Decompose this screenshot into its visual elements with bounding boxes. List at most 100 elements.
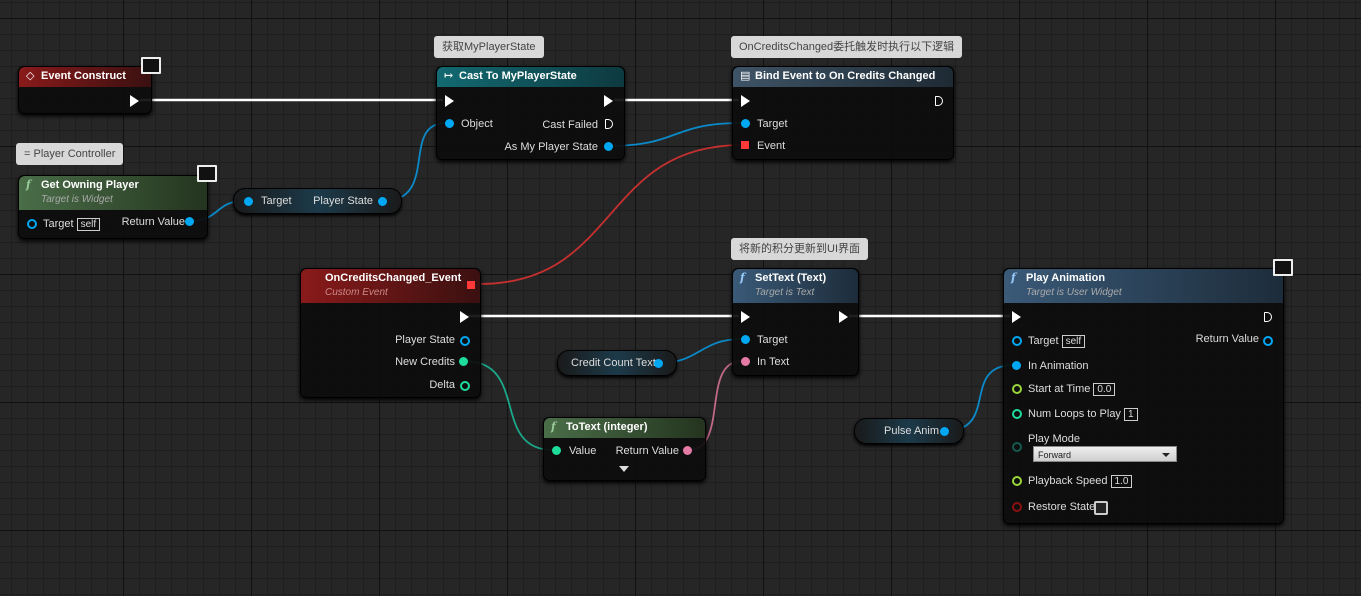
pin-label: Delta xyxy=(429,379,455,391)
cast-arrow-icon: ↦ xyxy=(444,69,454,82)
comment-settext[interactable]: 将新的积分更新到UI界面 xyxy=(731,238,868,260)
in-text-pin[interactable] xyxy=(741,357,750,366)
pin-label: Value xyxy=(569,445,597,457)
client-monitor-icon xyxy=(1273,259,1293,276)
pin-label: In Text xyxy=(757,356,790,368)
node-title: SetText (Text) xyxy=(755,272,827,284)
comment-player-controller[interactable]: = Player Controller xyxy=(16,143,124,165)
pin-label: Playback Speed xyxy=(1028,475,1108,487)
restore-state-checkbox[interactable] xyxy=(1094,501,1108,515)
pin-label: Target xyxy=(1028,335,1059,347)
pin-label: Player State xyxy=(395,334,455,346)
pin-label: Restore State xyxy=(1028,501,1096,513)
output-pin[interactable] xyxy=(940,427,949,436)
pin-label: Return Value xyxy=(1195,333,1259,345)
return-value-pin[interactable] xyxy=(1263,336,1273,346)
expand-arrow-icon[interactable] xyxy=(619,466,629,472)
pin-label: Pulse Anim xyxy=(884,425,940,437)
target-pin[interactable] xyxy=(1012,336,1022,346)
play-mode-pin[interactable] xyxy=(1012,442,1022,452)
restore-state-pin[interactable] xyxy=(1012,502,1022,512)
exec-in-pin[interactable] xyxy=(445,95,454,107)
node-subtitle: Target is Widget xyxy=(41,194,113,205)
exec-in-pin[interactable] xyxy=(1012,311,1021,323)
cast-failed-pin[interactable] xyxy=(605,119,613,129)
pin-label: Cast Failed xyxy=(542,119,598,131)
exec-out-pin[interactable] xyxy=(935,96,943,106)
settext-node[interactable]: f SetText (Text) Target is Text Target In … xyxy=(732,268,859,376)
chevron-down-icon xyxy=(1162,453,1170,457)
return-value-pin[interactable] xyxy=(683,446,692,455)
node-title: OnCreditsChanged_Event xyxy=(325,272,462,284)
pin-label: Return Value xyxy=(121,216,185,228)
play-mode-dropdown[interactable]: Forward xyxy=(1033,446,1177,462)
pin-label: Event xyxy=(757,140,786,152)
pulse-anim-node[interactable]: Pulse Anim xyxy=(854,418,964,444)
client-monitor-icon xyxy=(141,57,161,74)
exec-in-pin[interactable] xyxy=(741,311,750,323)
client-monitor-icon xyxy=(197,165,217,182)
value-pin[interactable] xyxy=(552,446,561,455)
exec-out-pin[interactable] xyxy=(130,95,139,107)
comment-cast[interactable]: 获取MyPlayerState xyxy=(434,36,544,58)
output-pin[interactable] xyxy=(654,359,663,368)
in-animation-pin[interactable] xyxy=(1012,361,1021,370)
player-state-getter-node[interactable]: Target Player State xyxy=(233,188,402,214)
pin-label: Player State xyxy=(313,195,373,207)
credits-changed-event-node[interactable]: OnCreditsChanged_Event Custom Event Playe… xyxy=(300,268,481,398)
get-owning-player-node[interactable]: f Get Owning Player Target is Widget Targe… xyxy=(18,175,208,239)
self-value: self xyxy=(76,218,101,231)
event-construct-node[interactable]: ◇ Event Construct xyxy=(18,66,152,114)
function-icon: f xyxy=(740,271,745,284)
event-delegate-pin[interactable] xyxy=(741,141,749,149)
node-subtitle: Target is Text xyxy=(755,287,815,298)
exec-out-pin[interactable] xyxy=(460,311,469,323)
return-value-pin[interactable] xyxy=(185,217,194,226)
num-loops-input[interactable]: 1 xyxy=(1123,408,1138,421)
object-wire xyxy=(607,122,743,147)
exec-out-pin[interactable] xyxy=(604,95,613,107)
event-diamond-icon: ◇ xyxy=(26,69,35,82)
exec-out-pin[interactable] xyxy=(839,311,848,323)
playback-speed-pin[interactable] xyxy=(1012,476,1022,486)
node-subtitle: Custom Event xyxy=(325,287,388,298)
start-at-time-input[interactable]: 0.0 xyxy=(1093,383,1116,396)
object-pin[interactable] xyxy=(445,119,454,128)
function-icon: f xyxy=(1011,271,1016,284)
as-player-state-pin[interactable] xyxy=(604,142,613,151)
node-title: Bind Event to On Credits Changed xyxy=(755,70,936,82)
node-title: ToText (integer) xyxy=(566,421,648,433)
exec-out-pin[interactable] xyxy=(1264,312,1272,322)
node-title: Cast To MyPlayerState xyxy=(459,70,577,82)
comment-bind[interactable]: OnCreditsChanged委托触发时执行以下逻辑 xyxy=(731,36,963,58)
play-animation-node[interactable]: f Play Animation Target is User Widget Tar… xyxy=(1003,268,1284,524)
target-pin[interactable] xyxy=(741,119,750,128)
delegate-wire xyxy=(478,144,743,285)
totext-node[interactable]: f ToText (integer) Value Return Value xyxy=(543,417,706,481)
credit-count-text-node[interactable]: Credit Count Text xyxy=(557,350,677,376)
player-state-pin[interactable] xyxy=(460,336,470,346)
pin-label: Num Loops to Play xyxy=(1028,408,1121,420)
node-title: Event Construct xyxy=(41,70,126,82)
pin-label: New Credits xyxy=(395,356,455,368)
cast-node[interactable]: ↦ Cast To MyPlayerState Object Cast Faile… xyxy=(436,66,625,160)
delegate-out-pin[interactable] xyxy=(467,281,475,289)
pin-label: In Animation xyxy=(1028,360,1089,372)
start-at-time-pin[interactable] xyxy=(1012,384,1022,394)
num-loops-pin[interactable] xyxy=(1012,409,1022,419)
exec-in-pin[interactable] xyxy=(741,95,750,107)
pin-label: Target xyxy=(757,118,788,130)
pin-label: Play Mode xyxy=(1028,433,1080,445)
new-credits-pin[interactable] xyxy=(459,357,468,366)
player-state-pin[interactable] xyxy=(378,197,387,206)
target-pin[interactable] xyxy=(27,219,37,229)
pin-label: As My Player State xyxy=(504,141,598,153)
target-pin[interactable] xyxy=(741,335,750,344)
delta-pin[interactable] xyxy=(460,381,470,391)
node-title: Play Animation xyxy=(1026,272,1106,284)
bind-event-node[interactable]: ▤ Bind Event to On Credits Changed Target… xyxy=(732,66,954,160)
function-icon: f xyxy=(26,178,31,191)
pin-label: Return Value xyxy=(615,445,679,457)
playback-speed-input[interactable]: 1.0 xyxy=(1110,475,1133,488)
target-pin[interactable] xyxy=(244,197,253,206)
